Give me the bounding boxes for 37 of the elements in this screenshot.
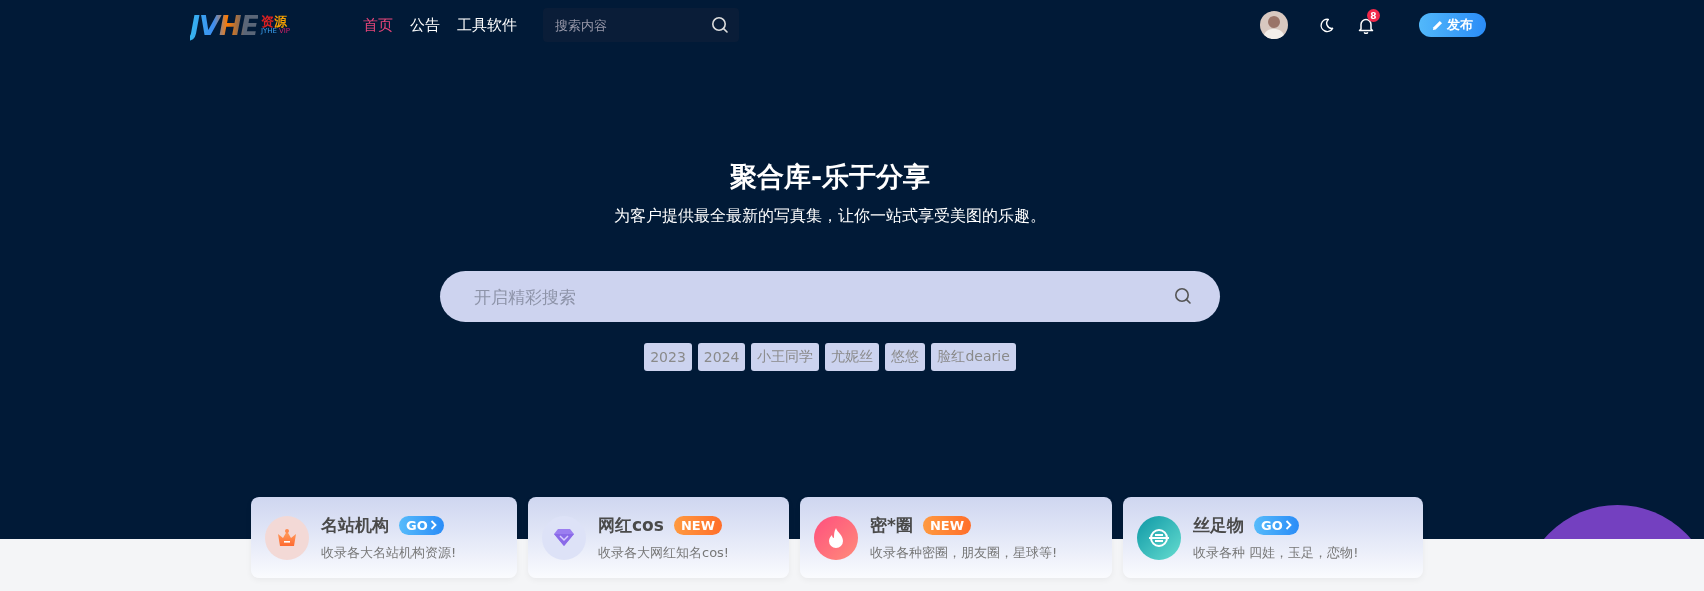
category-card[interactable]: 丝足物 GO 收录各种 四娃，玉足，恋物! — [1123, 497, 1423, 578]
avatar[interactable] — [1260, 11, 1288, 39]
card-description: 收录各种密圈，朋友圈，星球等! — [870, 543, 1058, 562]
new-badge: NEW — [922, 515, 971, 535]
card-description: 收录各种 四娃，玉足，恋物! — [1193, 543, 1359, 562]
crown-icon — [265, 515, 309, 560]
search-field[interactable]: 搜索内容 — [543, 8, 739, 42]
category-card[interactable]: 密*圈 NEW 收录各种密圈，朋友圈，星球等! — [800, 497, 1112, 578]
go-badge: GO — [399, 515, 444, 535]
search-icon[interactable] — [711, 16, 729, 34]
new-badge: NEW — [673, 515, 722, 535]
nav-link[interactable]: 公告 — [410, 15, 440, 35]
search-field[interactable]: 开启精彩搜索 — [440, 271, 1220, 322]
hero-subtitle: 为客户提供最全最新的写真集，让你一站式享受美图的乐趣。 — [614, 205, 1046, 227]
card-title: 名站机构 — [321, 513, 389, 537]
pencil-icon — [1432, 19, 1443, 31]
card-title: 密*圈 — [870, 513, 913, 537]
tag[interactable]: 悠悠 — [885, 343, 926, 371]
publish-button[interactable]: 发布 — [1419, 13, 1486, 37]
card-description: 收录各大网红知名cos! — [598, 543, 730, 562]
tag[interactable]: 脸红dearie — [931, 343, 1016, 371]
tag[interactable]: 小王同学 — [751, 343, 820, 371]
chevron-icon — [429, 520, 437, 530]
notification-badge: 8 — [1367, 9, 1380, 22]
chevron-icon — [1284, 520, 1292, 530]
category-card[interactable]: 名站机构 GO 收录各大名站机构资源! — [251, 497, 517, 578]
category-card[interactable]: 网红cos NEW 收录各大网红知名cos! — [528, 497, 789, 578]
tag[interactable]: 尤妮丝 — [825, 343, 880, 371]
nav-link[interactable]: 工具软件 — [457, 15, 517, 35]
nav-link[interactable]: 首页 — [363, 15, 393, 35]
card-description: 收录各大名站机构资源! — [321, 543, 457, 562]
card-title: 网红cos — [598, 513, 664, 537]
go-badge: GO — [1254, 515, 1299, 535]
card-title: 丝足物 — [1193, 513, 1244, 537]
flame-icon — [814, 515, 858, 560]
coin-icon — [1137, 515, 1181, 560]
hero-title: 聚合库-乐于分享 — [729, 160, 931, 194]
